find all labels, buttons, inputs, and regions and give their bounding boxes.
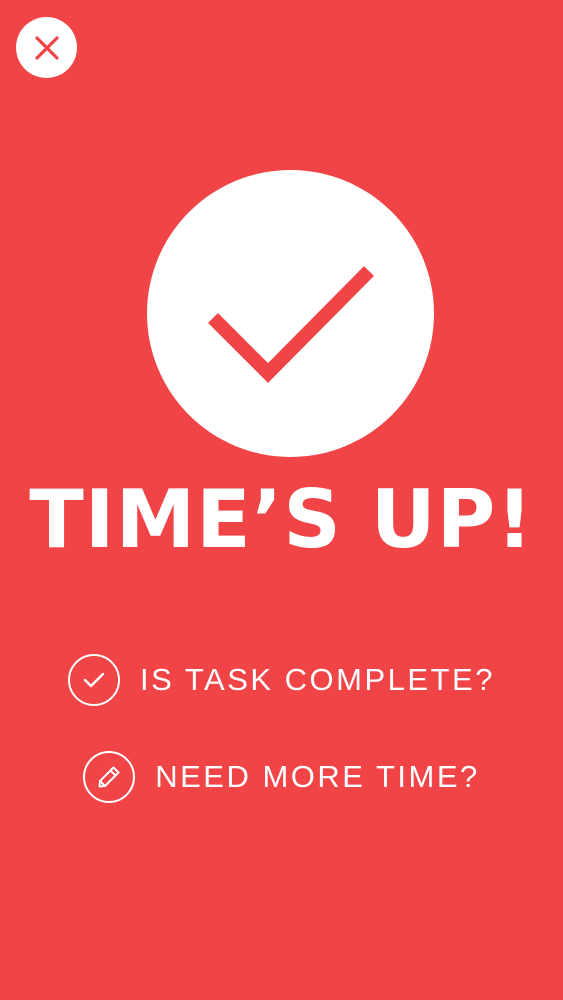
times-up-screen: TIME’S UP! IS TASK COMPLETE? NEED MORE T… [0, 0, 563, 1000]
success-badge [147, 170, 434, 457]
task-complete-label: IS TASK COMPLETE? [140, 662, 495, 697]
close-button[interactable] [16, 17, 77, 78]
headline: TIME’S UP! [29, 473, 534, 566]
task-complete-button[interactable]: IS TASK COMPLETE? [0, 652, 563, 708]
need-more-time-button[interactable]: NEED MORE TIME? [0, 749, 563, 805]
close-icon [34, 35, 59, 60]
need-more-time-label: NEED MORE TIME? [155, 759, 480, 794]
checkmark-icon [208, 266, 374, 383]
pencil-circle-icon [83, 751, 136, 803]
check-circle-icon [68, 654, 121, 706]
